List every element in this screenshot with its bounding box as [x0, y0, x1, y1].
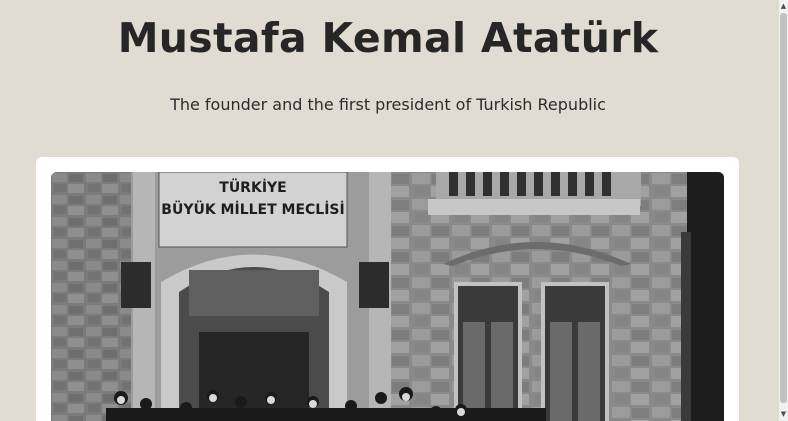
historic-photo: TÜRKİYE BÜYÜK MİLLET MECLİSİ [51, 172, 724, 421]
scroll-up-icon[interactable]: ▲ [779, 2, 788, 11]
sign-line-1: TÜRKİYE [219, 178, 286, 196]
sign-line-2: BÜYÜK MİLLET MECLİSİ [161, 200, 344, 218]
scroll-down-icon[interactable]: ▼ [779, 410, 788, 419]
vertical-scrollbar[interactable]: ▲ ▼ [778, 0, 788, 421]
scrollbar-thumb[interactable] [780, 13, 787, 403]
page-content: Mustafa Kemal Atatürk The founder and th… [0, 0, 779, 421]
page-subtitle: The founder and the first president of T… [170, 95, 606, 114]
photo-card: TÜRKİYE BÜYÜK MİLLET MECLİSİ [36, 157, 739, 421]
page-title: Mustafa Kemal Atatürk [117, 14, 659, 62]
